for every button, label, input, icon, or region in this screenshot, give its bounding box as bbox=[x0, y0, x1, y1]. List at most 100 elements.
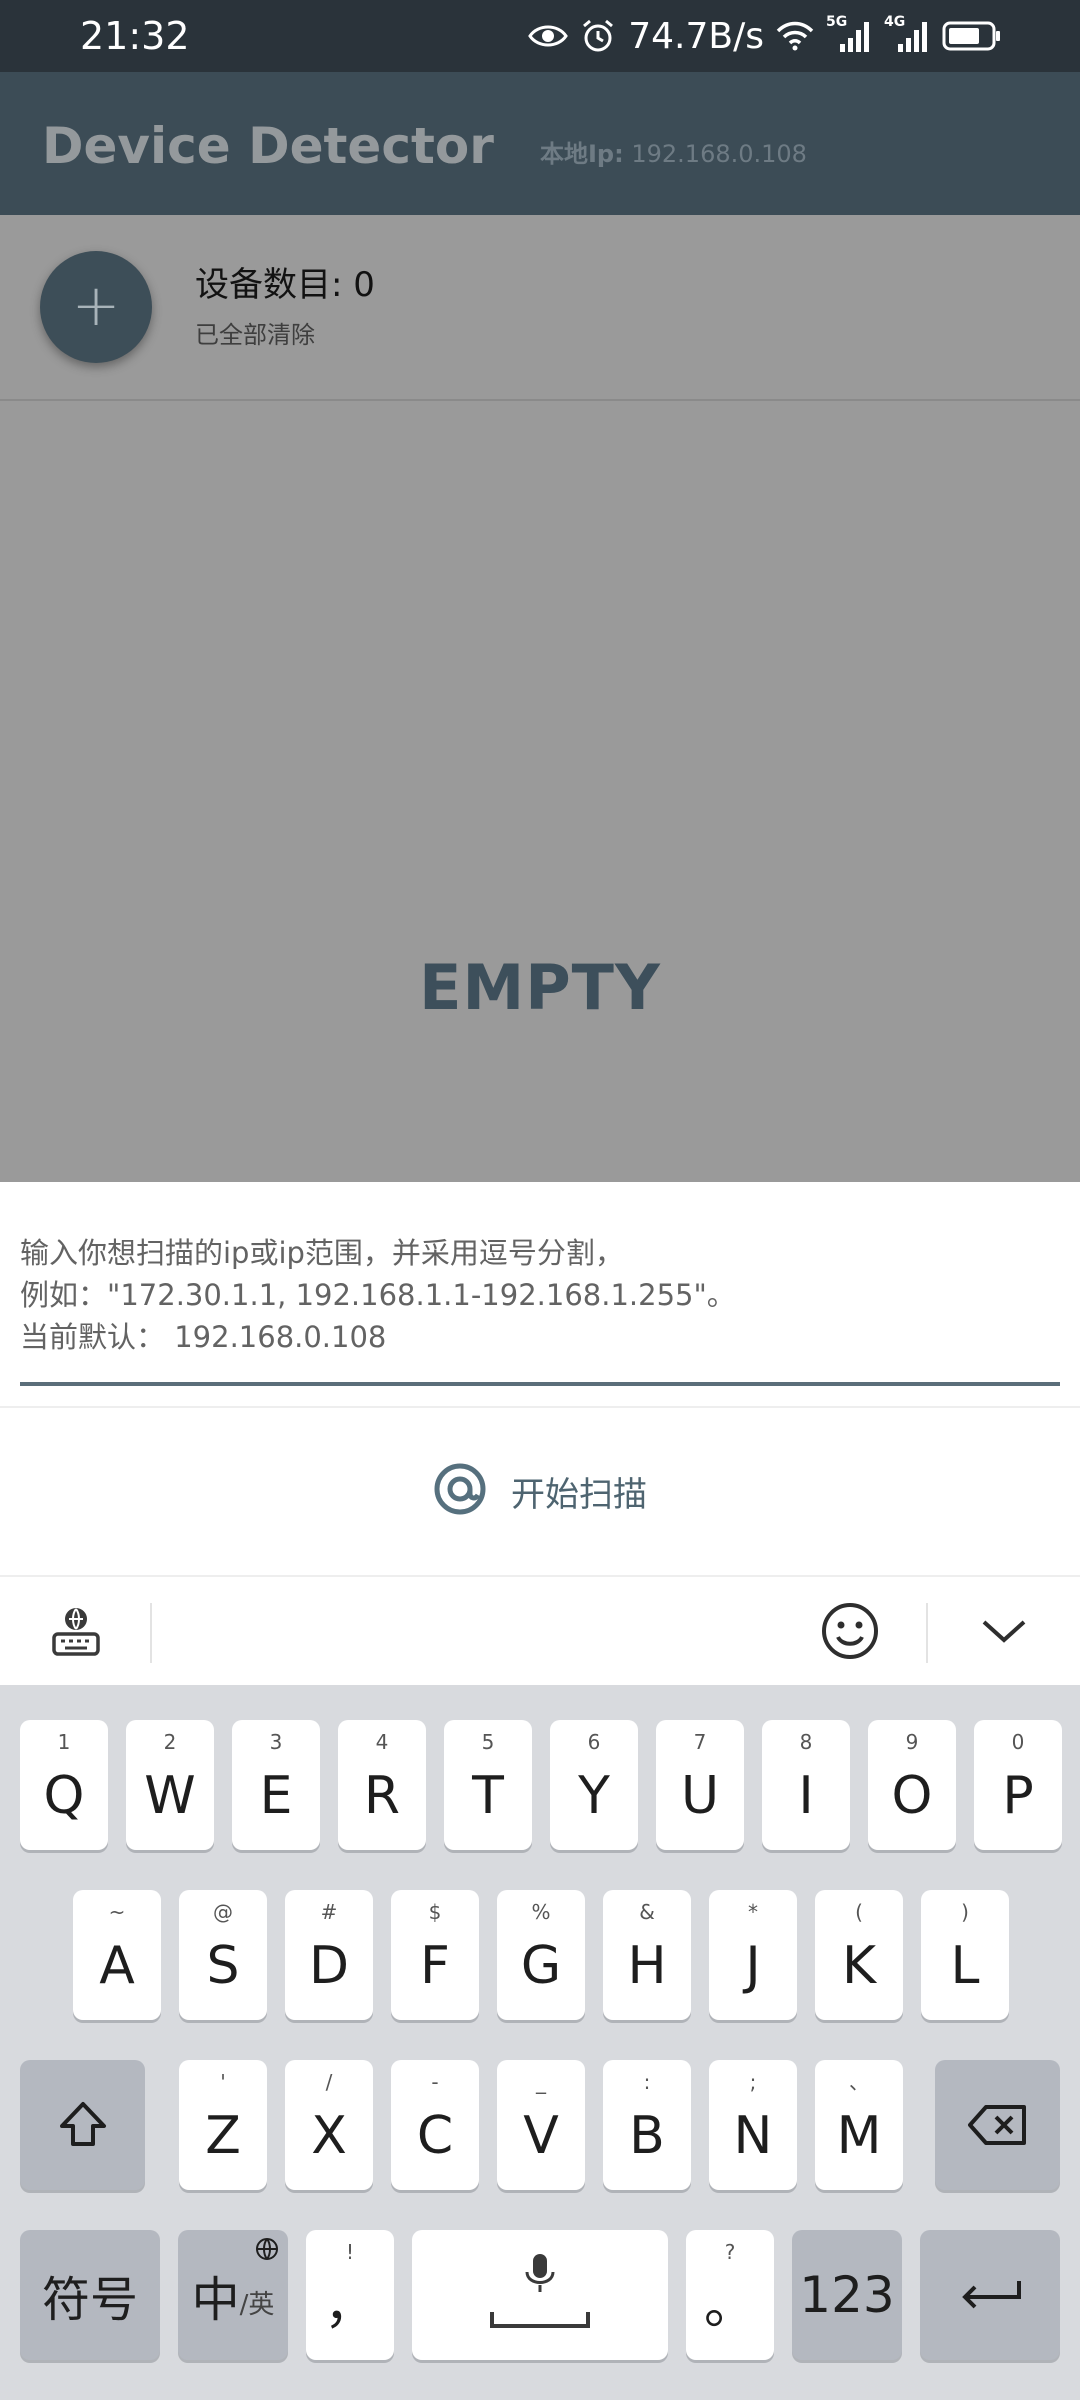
key-g[interactable]: % G bbox=[497, 1890, 585, 2020]
comma-label: ， bbox=[323, 2276, 376, 2336]
period-label: 。 bbox=[703, 2276, 756, 2336]
symbols-label: 符号 bbox=[41, 2272, 138, 2328]
net-speed: 74.7B/s bbox=[628, 15, 764, 57]
key-x[interactable]: / X bbox=[285, 2060, 373, 2190]
start-scan-button[interactable]: 开始扫描 bbox=[0, 1408, 1080, 1574]
key-hint: # bbox=[320, 1900, 338, 1924]
key-letter: H bbox=[627, 1936, 667, 1996]
key-letter: G bbox=[520, 1936, 562, 1996]
key-letter: R bbox=[363, 1766, 401, 1826]
key-hint: 7 bbox=[693, 1730, 707, 1754]
key-f[interactable]: $ F bbox=[391, 1890, 479, 2020]
key-c[interactable]: -C bbox=[391, 2060, 479, 2190]
comma-key[interactable]: ! ， bbox=[306, 2230, 394, 2360]
toolbar-separator bbox=[150, 1603, 152, 1663]
emoji-button[interactable] bbox=[812, 1595, 888, 1671]
key-letter: C bbox=[416, 2106, 454, 2166]
key-hint: / bbox=[325, 2070, 333, 2094]
key-letter: N bbox=[733, 2106, 773, 2166]
status-icons: 74.7B/s 5G 4G bbox=[528, 12, 1002, 60]
shift-icon bbox=[20, 2060, 145, 2190]
key-d[interactable]: # D bbox=[285, 1890, 373, 2020]
local-ip-value: 192.168.0.108 bbox=[631, 140, 807, 168]
enter-key[interactable] bbox=[920, 2230, 1060, 2360]
scan-sheet: 输入你想扫描的ip或ip范围，并采用逗号分割， 例如："172.30.1.1, … bbox=[0, 1182, 1080, 1575]
key-v[interactable]: _ V bbox=[497, 2060, 585, 2190]
signal-4g-label: 4G bbox=[884, 14, 906, 30]
key-hint: 9 bbox=[905, 1730, 919, 1754]
hint-line-2: 例如："172.30.1.1, 192.168.1.1-192.168.1.25… bbox=[20, 1278, 736, 1312]
key-l[interactable]: ) L bbox=[921, 1890, 1009, 2020]
period-key[interactable]: ? 。 bbox=[686, 2230, 774, 2360]
key-letter: U bbox=[680, 1766, 720, 1826]
key-t[interactable]: 5T bbox=[444, 1720, 532, 1850]
language-label: 中/英 bbox=[178, 2230, 288, 2360]
backspace-key[interactable] bbox=[935, 2060, 1060, 2190]
key-p[interactable]: 0P bbox=[974, 1720, 1062, 1850]
key-hint: @ bbox=[213, 1900, 233, 1924]
input-underline bbox=[20, 1382, 1060, 1386]
key-hint: 、 bbox=[849, 2070, 869, 2094]
wifi-icon bbox=[776, 21, 814, 51]
key-m[interactable]: 、 M bbox=[815, 2060, 903, 2190]
key-r[interactable]: 4R bbox=[338, 1720, 426, 1850]
key-o[interactable]: 9O bbox=[868, 1720, 956, 1850]
key-letter: A bbox=[99, 1936, 135, 1996]
key-e[interactable]: 3E bbox=[232, 1720, 320, 1850]
key-s[interactable]: @ S bbox=[179, 1890, 267, 2020]
keyboard-switch-button[interactable] bbox=[38, 1595, 114, 1671]
symbols-key[interactable]: 符号 bbox=[20, 2230, 160, 2360]
key-hint: 6 bbox=[587, 1730, 601, 1754]
numbers-key[interactable]: 123 bbox=[792, 2230, 902, 2360]
eye-icon bbox=[528, 21, 569, 51]
key-hint: * bbox=[748, 1900, 758, 1924]
microphone-icon bbox=[522, 2252, 558, 2300]
key-hint: ; bbox=[749, 2070, 757, 2094]
key-hint: 0 bbox=[1011, 1730, 1025, 1754]
keyboard-globe-icon bbox=[49, 1604, 103, 1662]
key-letter: Z bbox=[205, 2106, 241, 2166]
key-a[interactable]: ~ A bbox=[73, 1890, 161, 2020]
key-hint: & bbox=[639, 1900, 655, 1924]
key-hint: 5 bbox=[481, 1730, 495, 1754]
key-letter: K bbox=[841, 1936, 877, 1996]
key-n[interactable]: ; N bbox=[709, 2060, 797, 2190]
key-w[interactable]: 2W bbox=[126, 1720, 214, 1850]
start-scan-label: 开始扫描 bbox=[511, 1474, 647, 1515]
keyboard: 1Q 2W 3E 4R 5T 6Y 7U 8I 9O 0P ~ A @ S # D $… bbox=[0, 1685, 1080, 2400]
signal-5g-icon: 5G bbox=[826, 14, 872, 54]
key-letter: T bbox=[472, 1766, 504, 1826]
key-h[interactable]: & H bbox=[603, 1890, 691, 2020]
key-q[interactable]: 1Q bbox=[20, 1720, 108, 1850]
local-ip: 本地Ip: 192.168.0.108 bbox=[540, 137, 807, 171]
key-letter: E bbox=[259, 1766, 293, 1826]
key-letter: M bbox=[836, 2106, 882, 2166]
space-key[interactable] bbox=[412, 2230, 668, 2360]
key-i[interactable]: 8I bbox=[762, 1720, 850, 1850]
add-device-button[interactable]: + bbox=[40, 251, 152, 363]
key-letter: D bbox=[308, 1936, 350, 1996]
hide-keyboard-button[interactable] bbox=[966, 1595, 1042, 1671]
ip-range-input[interactable]: 输入你想扫描的ip或ip范围，并采用逗号分割， 例如："172.30.1.1, … bbox=[20, 1232, 1060, 1358]
language-main: 中 bbox=[191, 2272, 240, 2328]
key-u[interactable]: 7U bbox=[656, 1720, 744, 1850]
key-letter: S bbox=[206, 1936, 240, 1996]
key-letter: O bbox=[891, 1766, 933, 1826]
key-letter: Y bbox=[578, 1766, 610, 1826]
key-j[interactable]: * J bbox=[709, 1890, 797, 2020]
hint-line-3: 当前默认： 192.168.0.108 bbox=[20, 1320, 387, 1354]
key-hint: _ bbox=[536, 2070, 546, 2094]
key-b[interactable]: :B bbox=[603, 2060, 691, 2190]
language-switch-key[interactable]: 中/英 bbox=[178, 2230, 288, 2360]
app-bar: Device Detector 本地Ip: 192.168.0.108 bbox=[0, 72, 1080, 215]
key-k[interactable]: (K bbox=[815, 1890, 903, 2020]
key-z[interactable]: ' Z bbox=[179, 2060, 267, 2190]
backspace-icon bbox=[935, 2060, 1060, 2190]
key-y[interactable]: 6Y bbox=[550, 1720, 638, 1850]
key-letter: X bbox=[311, 2106, 347, 2166]
language-sub: /英 bbox=[239, 2289, 275, 2320]
key-hint: % bbox=[531, 1900, 551, 1924]
key-hint: ? bbox=[724, 2240, 736, 2264]
shift-key[interactable] bbox=[20, 2060, 145, 2190]
chevron-down-icon bbox=[980, 1616, 1028, 1650]
